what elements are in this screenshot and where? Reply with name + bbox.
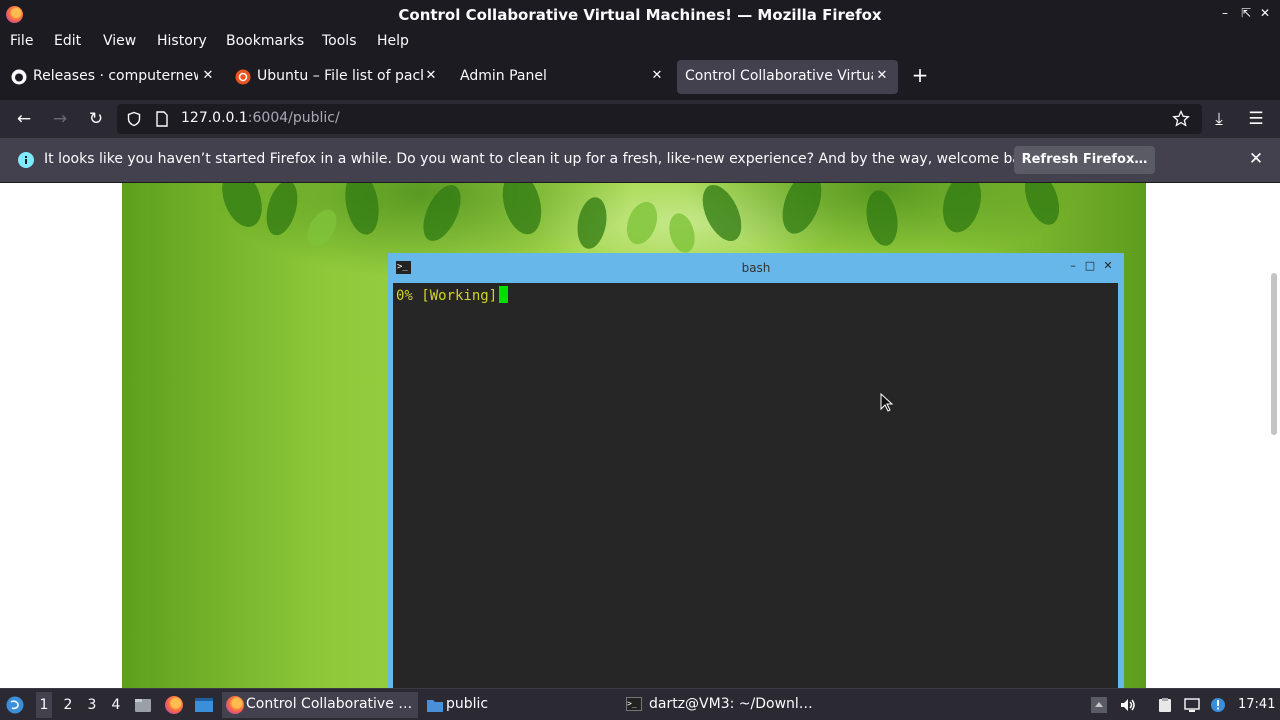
menu-help[interactable]: Help bbox=[377, 33, 409, 49]
firefox-icon bbox=[226, 696, 244, 714]
monitor-icon[interactable] bbox=[1184, 697, 1200, 713]
menu-file[interactable]: File bbox=[10, 33, 33, 49]
show-desktop-icon[interactable] bbox=[194, 696, 214, 714]
refresh-firefox-button[interactable]: Refresh Firefox… bbox=[1014, 146, 1155, 174]
task-label: dartz@VM3: ~/Downl… bbox=[649, 696, 813, 712]
window-title: Control Collaborative Virtual Machines! … bbox=[398, 6, 882, 24]
page-content: >_ bash – □ ✕ 0% [Working] bbox=[0, 183, 1280, 688]
info-icon bbox=[18, 152, 34, 168]
github-icon bbox=[11, 69, 27, 85]
terminal-output-text: 0% [Working] bbox=[396, 288, 498, 304]
update-notification-icon[interactable] bbox=[1210, 697, 1226, 713]
maximize-icon[interactable]: □ bbox=[1083, 259, 1097, 273]
taskbar: 1 2 3 4 Control Collaborative … public >… bbox=[0, 688, 1280, 720]
bookmark-star-icon[interactable] bbox=[1172, 110, 1190, 128]
clock[interactable]: 17:41 bbox=[1238, 697, 1275, 712]
menu-bookmarks[interactable]: Bookmarks bbox=[226, 33, 304, 49]
clipboard-icon[interactable] bbox=[1157, 697, 1173, 713]
bash-terminal-window[interactable]: >_ bash – □ ✕ 0% [Working] bbox=[388, 253, 1124, 688]
url-path: :6004/public/ bbox=[247, 110, 340, 126]
restore-icon[interactable]: ⇱ bbox=[1239, 6, 1253, 20]
hamburger-menu-icon[interactable]: ☰ bbox=[1245, 108, 1267, 130]
workspace-4[interactable]: 4 bbox=[108, 697, 124, 713]
mouse-pointer-icon bbox=[880, 393, 894, 412]
forward-arrow-icon[interactable]: → bbox=[49, 108, 71, 130]
minimize-icon[interactable]: – bbox=[1066, 259, 1080, 273]
page-icon[interactable] bbox=[155, 111, 169, 127]
tab-bar: Releases · computernewb ✕ Ubuntu – File … bbox=[0, 54, 1280, 100]
start-menu-icon[interactable] bbox=[6, 696, 24, 714]
vm-desktop-screen[interactable]: >_ bash – □ ✕ 0% [Working] bbox=[122, 183, 1146, 688]
url-text[interactable]: 127.0.0.1:6004/public/ bbox=[181, 110, 340, 126]
menu-bar: File Edit View History Bookmarks Tools H… bbox=[0, 29, 1280, 54]
tab-label: Releases · computernewb bbox=[33, 68, 198, 84]
close-window-icon[interactable]: ✕ bbox=[1258, 6, 1272, 20]
tab-close-icon[interactable]: ✕ bbox=[424, 68, 438, 84]
window-titlebar: Control Collaborative Virtual Machines! … bbox=[0, 0, 1280, 29]
back-arrow-icon[interactable]: ← bbox=[13, 108, 35, 130]
tab-releases[interactable]: Releases · computernewb ✕ bbox=[2, 60, 220, 94]
leaves-decoration bbox=[222, 183, 1060, 253]
terminal-body[interactable]: 0% [Working] bbox=[393, 283, 1118, 688]
shield-icon[interactable] bbox=[126, 111, 142, 127]
task-firefox[interactable]: Control Collaborative … bbox=[222, 692, 418, 718]
task-public-folder[interactable]: public bbox=[422, 692, 618, 718]
folder-icon bbox=[427, 700, 443, 712]
task-terminal[interactable]: >_ dartz@VM3: ~/Downl… bbox=[622, 692, 842, 718]
tab-close-icon[interactable]: ✕ bbox=[201, 68, 215, 84]
url-host: 127.0.0.1 bbox=[181, 110, 248, 126]
page-scrollbar[interactable] bbox=[1266, 183, 1280, 688]
tab-label: Ubuntu – File list of packages bbox=[257, 68, 423, 84]
reload-icon[interactable]: ↻ bbox=[85, 108, 107, 130]
new-tab-plus-icon[interactable]: + bbox=[906, 63, 934, 97]
menu-view[interactable]: View bbox=[103, 33, 136, 49]
tab-control-collaborative[interactable]: Control Collaborative Virtual Machines! … bbox=[677, 60, 898, 94]
firefox-launcher-icon[interactable] bbox=[165, 696, 183, 714]
menu-tools[interactable]: Tools bbox=[322, 33, 357, 49]
notification-message: It looks like you haven’t started Firefo… bbox=[44, 151, 1043, 167]
tab-ubuntu[interactable]: Ubuntu – File list of packages ✕ bbox=[226, 60, 446, 94]
notification-bar: It looks like you haven’t started Firefo… bbox=[0, 138, 1280, 183]
tray-arrow-icon[interactable] bbox=[1091, 697, 1107, 713]
terminal-title: bash bbox=[741, 261, 771, 275]
downloads-icon[interactable]: ⤓ bbox=[1208, 108, 1230, 130]
menu-history[interactable]: History bbox=[157, 33, 207, 49]
tab-label: Control Collaborative Virtual Machines! bbox=[685, 68, 873, 84]
tab-close-icon[interactable]: ✕ bbox=[875, 68, 889, 84]
minimize-icon[interactable]: – bbox=[1218, 6, 1232, 20]
task-label: Control Collaborative … bbox=[246, 696, 413, 712]
menu-edit[interactable]: Edit bbox=[54, 33, 81, 49]
terminal-icon: >_ bbox=[626, 697, 642, 711]
close-notification-icon[interactable]: ✕ bbox=[1246, 149, 1266, 169]
tab-admin-panel[interactable]: Admin Panel ✕ bbox=[451, 60, 673, 94]
workspace-2[interactable]: 2 bbox=[60, 697, 76, 713]
workspace-3[interactable]: 3 bbox=[84, 697, 100, 713]
url-bar[interactable]: 127.0.0.1:6004/public/ bbox=[117, 104, 1202, 134]
close-icon[interactable]: ✕ bbox=[1101, 259, 1115, 273]
terminal-output-line: 0% [Working] bbox=[396, 286, 509, 304]
volume-icon[interactable] bbox=[1120, 697, 1136, 713]
ubuntu-icon bbox=[235, 69, 251, 85]
file-manager-launcher-icon[interactable] bbox=[134, 696, 152, 714]
workspace-1[interactable]: 1 bbox=[36, 692, 52, 718]
scrollbar-thumb[interactable] bbox=[1271, 273, 1277, 435]
navigation-bar: ← → ↻ 127.0.0.1:6004/public/ ⤓ ☰ bbox=[0, 100, 1280, 138]
tab-label: Admin Panel bbox=[460, 68, 547, 84]
task-label: public bbox=[446, 696, 489, 712]
terminal-cursor bbox=[499, 286, 509, 303]
tab-close-icon[interactable]: ✕ bbox=[650, 68, 664, 84]
